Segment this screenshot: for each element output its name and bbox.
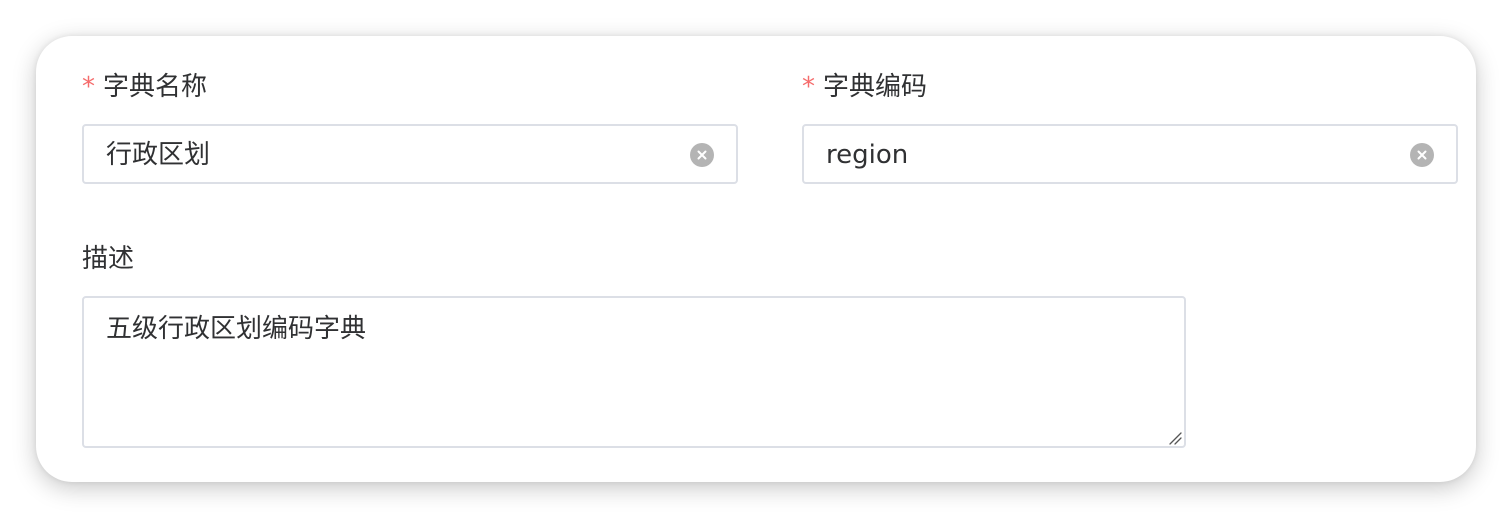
dict-name-input[interactable]: 行政区划: [82, 124, 738, 184]
description-textarea[interactable]: 五级行政区划编码字典: [82, 296, 1186, 448]
required-mark: *: [82, 72, 95, 102]
dict-name-value[interactable]: 行政区划: [106, 138, 210, 172]
dict-code-label: * 字典编码: [802, 70, 927, 104]
description-value[interactable]: 五级行政区划编码字典: [106, 312, 366, 346]
circle-close-icon[interactable]: [690, 143, 714, 167]
dict-code-value[interactable]: region: [826, 138, 908, 172]
dict-code-input[interactable]: region: [802, 124, 1458, 184]
resize-grip-icon[interactable]: [1168, 430, 1182, 445]
required-mark: *: [802, 72, 815, 102]
circle-close-icon[interactable]: [1410, 143, 1434, 167]
description-label: 描述: [82, 244, 135, 274]
dictionary-form-card: * 字典名称 行政区划 * 字典编码 region 描述 五级行政区划编码字典: [36, 36, 1476, 482]
dict-name-label-text: 字典名称: [103, 72, 208, 102]
dict-name-label: * 字典名称: [82, 70, 207, 104]
dict-code-label-text: 字典编码: [823, 72, 928, 102]
